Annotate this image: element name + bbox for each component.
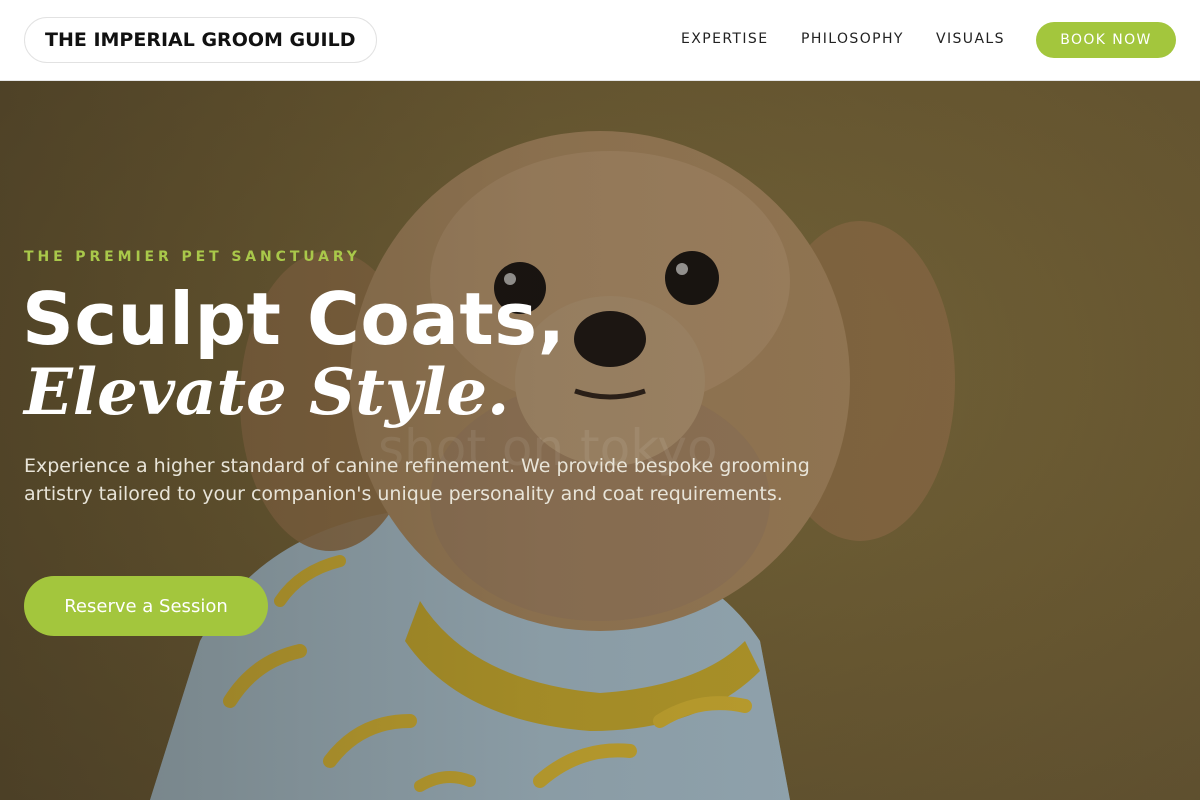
reserve-session-button[interactable]: Reserve a Session	[24, 576, 268, 636]
book-now-button[interactable]: BOOK NOW	[1036, 22, 1176, 58]
nav-link-expertise[interactable]: EXPERTISE	[681, 31, 768, 47]
site-logo[interactable]: THE IMPERIAL GROOM GUILD	[24, 17, 377, 63]
nav-link-philosophy[interactable]: PHILOSOPHY	[801, 31, 904, 47]
hero-headline-line1: Sculpt Coats,	[22, 277, 566, 361]
nav-link-visuals[interactable]: VISUALS	[936, 31, 1005, 47]
page: THE IMPERIAL GROOM GUILD EXPERTISE PHILO…	[0, 0, 1200, 800]
hero-headline-line2: Elevate Style.	[24, 355, 510, 430]
site-header: THE IMPERIAL GROOM GUILD EXPERTISE PHILO…	[0, 0, 1200, 81]
hero-description: Experience a higher standard of canine r…	[24, 455, 810, 505]
hero-section: shot on tokyo THE PREMIER PET SANCTUARY …	[0, 81, 1200, 800]
hero-eyebrow: THE PREMIER PET SANCTUARY	[24, 249, 361, 265]
